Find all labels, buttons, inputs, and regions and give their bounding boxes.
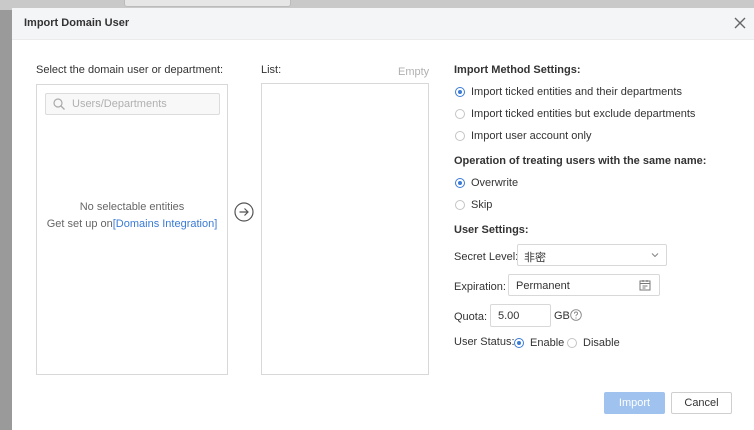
domains-integration-link[interactable]: [Domains Integration] <box>113 218 218 230</box>
option-label: Overwrite <box>471 177 519 189</box>
user-settings-title: User Settings: <box>454 224 529 236</box>
same-name-title: Operation of treating users with the sam… <box>454 155 707 167</box>
option-label: Skip <box>471 199 493 211</box>
import-method-option-exclude-departments[interactable]: Import ticked entities but exclude depar… <box>455 108 695 120</box>
dialog-title: Import Domain User <box>24 17 130 29</box>
same-name-option-overwrite[interactable]: Overwrite <box>455 177 518 189</box>
background-tab <box>124 0 291 7</box>
select-source-label: Select the domain user or department: <box>36 64 224 76</box>
calendar-icon[interactable] <box>639 279 651 291</box>
import-method-title: Import Method Settings: <box>454 64 581 76</box>
search-input[interactable]: Users/Departments <box>45 93 220 115</box>
cancel-button[interactable]: Cancel <box>671 392 732 414</box>
radio-checked[interactable] <box>455 178 465 188</box>
user-status-option-enable[interactable]: Enable <box>514 337 564 349</box>
secret-level-value: 非密 <box>524 252 546 264</box>
quota-label: Quota: <box>454 311 488 323</box>
user-status-option-disable[interactable]: Disable <box>567 337 620 349</box>
option-label: Enable <box>530 337 565 349</box>
option-label: Import ticked entities and their departm… <box>471 86 682 98</box>
help-icon[interactable] <box>570 309 582 321</box>
no-entities-text: No selectable entities <box>79 201 185 213</box>
selected-list-panel <box>261 83 429 375</box>
expiration-value: Permanent <box>516 280 570 292</box>
radio-checked[interactable] <box>455 87 465 97</box>
import-method-option-account-only[interactable]: Import user account only <box>455 130 591 142</box>
secret-level-label: Secret Level: <box>454 251 519 263</box>
quota-value: 5.00 <box>498 310 520 322</box>
option-label: Disable <box>583 337 620 349</box>
import-domain-user-dialog: Import Domain User Select the domain use… <box>12 8 754 430</box>
search-icon <box>52 97 66 111</box>
source-tree-panel: Users/Departments No selectable entities… <box>36 84 228 375</box>
radio-unchecked[interactable] <box>455 131 465 141</box>
option-label: Import ticked entities but exclude depar… <box>471 108 696 120</box>
user-status-label: User Status: <box>454 336 515 348</box>
close-icon[interactable] <box>732 15 748 31</box>
secret-level-select[interactable]: 非密 <box>517 244 667 266</box>
quota-unit: GB <box>554 310 570 322</box>
import-button[interactable]: Import <box>604 392 665 414</box>
list-label: List: <box>261 64 282 76</box>
expiration-date-picker[interactable]: Permanent <box>508 274 660 296</box>
arrow-right-circle-icon[interactable] <box>234 202 254 222</box>
radio-unchecked[interactable] <box>567 338 577 348</box>
expiration-label: Expiration: <box>454 281 506 293</box>
import-method-option-with-departments[interactable]: Import ticked entities and their departm… <box>455 86 682 98</box>
dialog-header: Import Domain User <box>12 8 754 40</box>
option-label: Import user account only <box>471 130 592 142</box>
search-placeholder: Users/Departments <box>72 98 167 110</box>
empty-list-button[interactable]: Empty <box>398 66 429 78</box>
quota-input[interactable]: 5.00 <box>490 304 551 327</box>
radio-unchecked[interactable] <box>455 109 465 119</box>
radio-checked[interactable] <box>514 338 524 348</box>
background-sidebar <box>0 10 12 430</box>
same-name-option-skip[interactable]: Skip <box>455 199 492 211</box>
empty-source-message: No selectable entities Get set up on[Dom… <box>37 199 227 233</box>
setup-prefix-text: Get set up on <box>46 218 113 230</box>
radio-unchecked[interactable] <box>455 200 465 210</box>
chevron-down-icon <box>650 250 660 260</box>
